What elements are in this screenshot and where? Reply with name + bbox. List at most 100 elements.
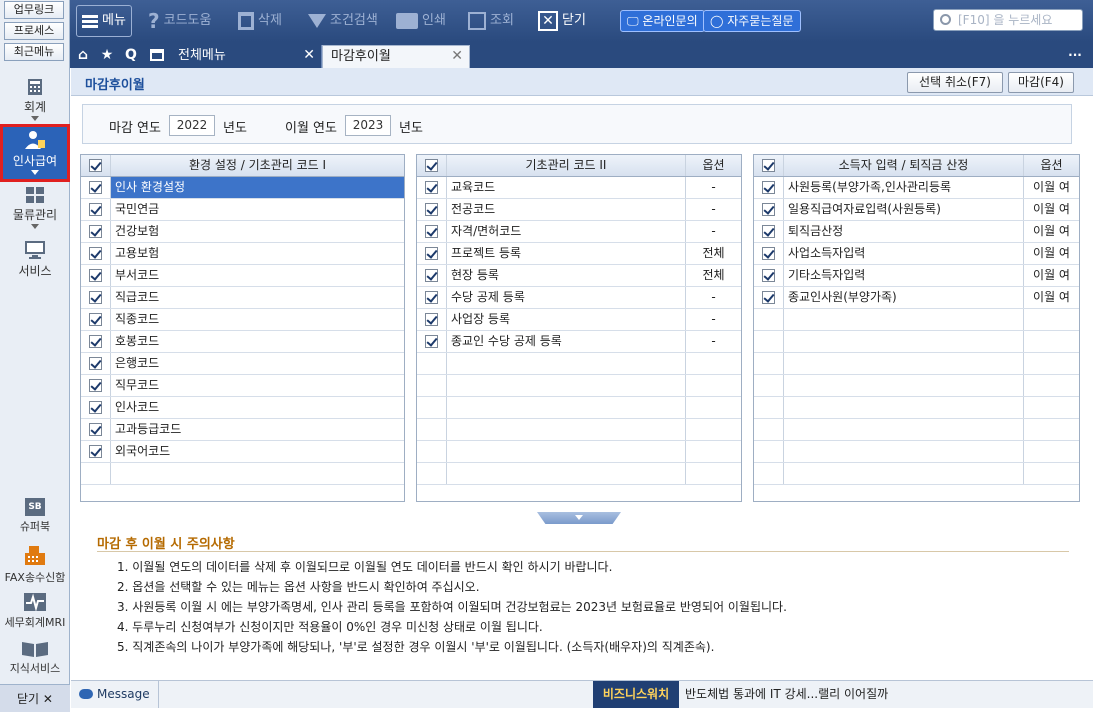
row-checkbox[interactable] xyxy=(754,177,784,198)
table-row[interactable] xyxy=(81,463,404,485)
table-row[interactable]: 기타소득자입력 이월 여 xyxy=(754,265,1079,287)
online-inquiry-button[interactable]: 🖵 온라인문의 xyxy=(620,10,705,32)
row-checkbox[interactable] xyxy=(81,221,111,242)
close-year-field[interactable]: 2022 xyxy=(169,115,215,136)
table-row[interactable] xyxy=(417,441,741,463)
rail-module-logistics[interactable]: 물류관리 xyxy=(0,186,70,232)
row-checkbox[interactable] xyxy=(417,309,447,330)
tab-carryover[interactable]: 마감후이월 ✕ xyxy=(322,45,470,68)
table-row[interactable]: 자격/면허코드 - xyxy=(417,221,741,243)
table-row[interactable] xyxy=(754,397,1079,419)
row-checkbox[interactable] xyxy=(754,441,784,462)
row-checkbox[interactable] xyxy=(754,463,784,484)
row-checkbox[interactable] xyxy=(754,375,784,396)
table-row[interactable]: 인사코드 xyxy=(81,397,404,419)
row-checkbox[interactable] xyxy=(417,397,447,418)
select-all-checkbox[interactable] xyxy=(754,155,784,176)
row-checkbox[interactable] xyxy=(754,331,784,352)
table-row[interactable] xyxy=(417,419,741,441)
rail-module-hr-payroll[interactable]: 인사급여 xyxy=(0,124,70,182)
table-row[interactable]: 인사 환경설정 xyxy=(81,177,404,199)
menu-search-input[interactable]: [F10] 을 누르세요 xyxy=(933,9,1083,31)
row-checkbox[interactable] xyxy=(417,177,447,198)
table-row[interactable]: 종교인사원(부양가족) 이월 여 xyxy=(754,287,1079,309)
table-row[interactable]: 직무코드 xyxy=(81,375,404,397)
row-checkbox[interactable] xyxy=(754,265,784,286)
row-option[interactable]: 이월 여 xyxy=(1024,199,1079,220)
collapse-toggle[interactable] xyxy=(537,512,621,524)
row-checkbox[interactable] xyxy=(81,309,111,330)
table-row[interactable] xyxy=(754,353,1079,375)
window-list-icon[interactable] xyxy=(148,46,166,64)
home-icon[interactable]: ⌂ xyxy=(74,46,92,64)
row-checkbox[interactable] xyxy=(81,331,111,352)
rail-close-button[interactable]: 닫기 ✕ xyxy=(0,684,70,712)
table-row[interactable]: 건강보험 xyxy=(81,221,404,243)
menu-button[interactable]: 메뉴 xyxy=(76,5,132,37)
message-button[interactable]: Message xyxy=(71,681,159,708)
table-row[interactable]: 직종코드 xyxy=(81,309,404,331)
row-checkbox[interactable] xyxy=(754,397,784,418)
table-row[interactable] xyxy=(754,331,1079,353)
close-button[interactable]: ✕ 닫기 xyxy=(538,0,586,42)
table-row[interactable] xyxy=(417,353,741,375)
rail-fax[interactable]: FAX송수신함 xyxy=(0,545,70,585)
row-option[interactable]: 이월 여 xyxy=(1024,177,1079,198)
table-row[interactable] xyxy=(417,375,741,397)
row-checkbox[interactable] xyxy=(81,199,111,220)
row-option[interactable]: - xyxy=(686,199,741,220)
row-checkbox[interactable] xyxy=(417,199,447,220)
row-checkbox[interactable] xyxy=(417,375,447,396)
select-all-checkbox[interactable] xyxy=(417,155,447,176)
rail-module-accounting[interactable]: 회계 xyxy=(0,78,70,122)
delete-button[interactable]: 삭제 xyxy=(238,0,282,42)
row-checkbox[interactable] xyxy=(417,353,447,374)
row-checkbox[interactable] xyxy=(417,463,447,484)
table-row[interactable] xyxy=(417,397,741,419)
row-checkbox[interactable] xyxy=(81,265,111,286)
row-checkbox[interactable] xyxy=(754,221,784,242)
row-checkbox[interactable] xyxy=(417,441,447,462)
row-option[interactable]: 이월 여 xyxy=(1024,287,1079,308)
table-row[interactable]: 국민연금 xyxy=(81,199,404,221)
table-row[interactable] xyxy=(754,375,1079,397)
table-row[interactable] xyxy=(417,463,741,485)
row-checkbox[interactable] xyxy=(417,265,447,286)
quick-search-icon[interactable]: Q xyxy=(122,46,140,64)
table-row[interactable]: 사업장 등록 - xyxy=(417,309,741,331)
rail-mri[interactable]: 세무회계MRI xyxy=(0,592,70,630)
table-row[interactable]: 직급코드 xyxy=(81,287,404,309)
view-button[interactable]: 조회 xyxy=(468,0,514,42)
row-option[interactable]: - xyxy=(686,177,741,198)
rail-link-process[interactable]: 프로세스 xyxy=(4,22,64,40)
row-option[interactable]: 전체 xyxy=(686,265,741,286)
star-icon[interactable]: ★ xyxy=(98,46,116,64)
table-row[interactable] xyxy=(754,309,1079,331)
rail-module-service[interactable]: 서비스 xyxy=(0,240,70,280)
row-checkbox[interactable] xyxy=(417,287,447,308)
close-period-button[interactable]: 마감(F4) xyxy=(1008,72,1074,93)
rail-knowledge[interactable]: 지식서비스 xyxy=(0,640,70,676)
row-checkbox[interactable] xyxy=(754,353,784,374)
row-option[interactable]: - xyxy=(686,287,741,308)
row-checkbox[interactable] xyxy=(754,419,784,440)
row-checkbox[interactable] xyxy=(754,309,784,330)
row-option[interactable]: - xyxy=(686,331,741,352)
table-row[interactable]: 현장 등록 전체 xyxy=(417,265,741,287)
row-checkbox[interactable] xyxy=(81,419,111,440)
row-option[interactable]: 전체 xyxy=(686,243,741,264)
row-checkbox[interactable] xyxy=(81,463,111,484)
print-button[interactable]: 인쇄 xyxy=(396,0,446,42)
tab-all-menu[interactable]: 전체메뉴 ✕ xyxy=(170,45,322,68)
table-row[interactable] xyxy=(754,419,1079,441)
row-option[interactable]: 이월 여 xyxy=(1024,243,1079,264)
table-row[interactable]: 수당 공제 등록 - xyxy=(417,287,741,309)
carry-year-field[interactable]: 2023 xyxy=(345,115,391,136)
row-checkbox[interactable] xyxy=(754,243,784,264)
cancel-selection-button[interactable]: 선택 취소(F7) xyxy=(907,72,1003,93)
row-checkbox[interactable] xyxy=(754,199,784,220)
table-row[interactable]: 전공코드 - xyxy=(417,199,741,221)
news-ticker[interactable]: 반도체법 통과에 IT 강세...랠리 이어질까 xyxy=(685,681,888,708)
table-row[interactable]: 사업소득자입력 이월 여 xyxy=(754,243,1079,265)
rail-link-work[interactable]: 업무링크 xyxy=(4,1,64,19)
